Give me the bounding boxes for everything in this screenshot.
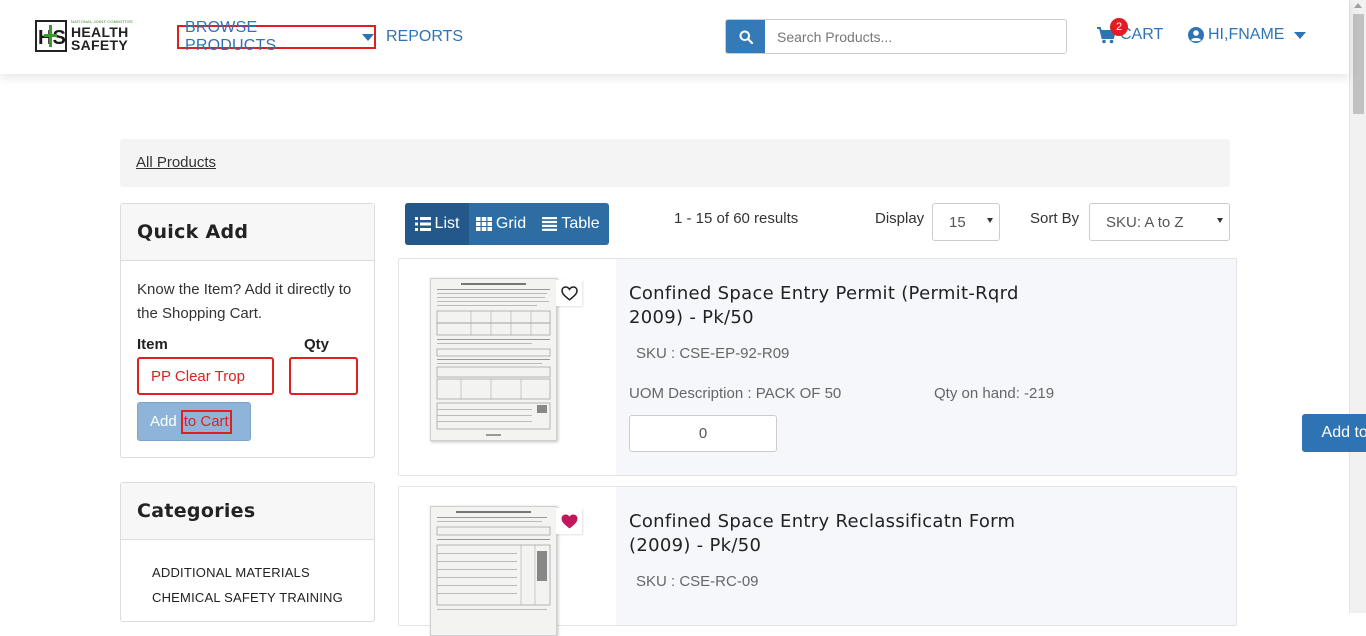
- categories-panel: Categories ADDITIONAL MATERIALS CHEMICAL…: [120, 482, 375, 622]
- search-icon: [739, 30, 753, 44]
- logo-mark: HS: [35, 20, 67, 52]
- view-list-label: List: [434, 215, 460, 232]
- quick-add-item-label: Item: [137, 336, 168, 353]
- category-item[interactable]: CHEMICAL SAFETY TRAINING: [152, 585, 374, 610]
- quick-add-panel: Quick Add Know the Item? Add it directly…: [120, 203, 375, 458]
- quick-add-title: Quick Add: [121, 204, 374, 261]
- quick-add-button-label-start: Add: [150, 413, 177, 430]
- product-qty-input[interactable]: 0: [629, 415, 777, 452]
- product-thumbnail: [430, 278, 557, 441]
- logo-hs-icon: HS: [37, 22, 66, 50]
- browse-products-menu[interactable]: BROWSE PRODUCTS: [177, 19, 376, 54]
- breadcrumb-all-products[interactable]: All Products: [136, 154, 216, 171]
- site-logo[interactable]: HS NATIONAL JOINT COMMITTEE HEALTH SAFET…: [35, 19, 153, 53]
- list-icon: [414, 217, 431, 231]
- add-to-cart-button[interactable]: Add to Cart: [1302, 414, 1366, 452]
- cart-link[interactable]: 2 CART: [1097, 18, 1163, 44]
- sort-select-value: SKU: A to Z: [1106, 213, 1184, 231]
- search-bar: [725, 19, 1067, 54]
- favorite-button[interactable]: [556, 508, 582, 534]
- quick-add-description: Know the Item? Add it directly to the Sh…: [137, 281, 352, 322]
- user-circle-icon: [1188, 27, 1204, 43]
- category-item[interactable]: ADDITIONAL MATERIALS: [152, 560, 374, 585]
- page-scrollbar[interactable]: [1349, 0, 1366, 613]
- user-greeting: HI,FNAME: [1208, 26, 1285, 43]
- view-grid-button[interactable]: Grid: [469, 203, 533, 245]
- quick-add-button-label-end: to Cart: [180, 409, 232, 434]
- results-count: 1 - 15 of 60 results: [674, 210, 799, 227]
- cart-count-badge: 2: [1110, 18, 1128, 36]
- quick-add-qty-label: Qty: [304, 336, 330, 353]
- reports-link[interactable]: REPORTS: [386, 28, 463, 46]
- chevron-down-icon: [987, 218, 993, 223]
- categories-list: ADDITIONAL MATERIALS CHEMICAL SAFETY TRA…: [121, 540, 374, 610]
- product-image-area[interactable]: [399, 259, 616, 475]
- view-table-button[interactable]: Table: [533, 203, 609, 245]
- form-document-image: [436, 511, 551, 610]
- quick-add-item-input[interactable]: PP Clear Trop: [137, 357, 274, 395]
- product-title[interactable]: Confined Space Entry Reclassificatn Form…: [629, 510, 1049, 558]
- heart-filled-icon: [560, 513, 578, 528]
- browse-products-label: BROWSE PRODUCTS: [185, 19, 277, 54]
- view-grid-label: Grid: [495, 215, 527, 232]
- product-card: Confined Space Entry Permit (Permit-Rqrd…: [398, 258, 1366, 476]
- product-qty-on-hand: Qty on hand: -219: [934, 385, 1055, 402]
- logo-line-safety: SAFETY: [71, 37, 129, 53]
- sort-select[interactable]: SKU: A to Z: [1089, 203, 1230, 241]
- chevron-down-icon: [362, 33, 374, 41]
- chevron-down-icon: [1217, 218, 1223, 223]
- sort-label: Sort By: [1030, 210, 1080, 227]
- product-title[interactable]: Confined Space Entry Permit (Permit-Rqrd…: [629, 282, 1049, 330]
- product-card: Confined Space Entry Reclassificatn Form…: [398, 486, 1237, 636]
- product-details: Confined Space Entry Permit (Permit-Rqrd…: [616, 259, 1366, 475]
- table-icon: [542, 217, 558, 231]
- top-header: HS NATIONAL JOINT COMMITTEE HEALTH SAFET…: [0, 0, 1349, 74]
- display-select[interactable]: 15: [932, 203, 1000, 241]
- user-menu[interactable]: HI,FNAME: [1188, 26, 1307, 44]
- form-document-image: [436, 283, 551, 436]
- view-list-button[interactable]: List: [405, 203, 469, 245]
- heart-outline-icon: [560, 285, 578, 301]
- quick-add-button[interactable]: Add to Cart: [137, 402, 251, 441]
- grid-icon: [475, 217, 492, 231]
- breadcrumb: All Products: [120, 139, 1230, 187]
- product-thumbnail: [430, 506, 557, 636]
- view-toggle: List Grid Table: [405, 203, 609, 245]
- scroll-up-icon[interactable]: [1354, 3, 1362, 8]
- categories-title: Categories: [121, 483, 374, 540]
- display-select-value: 15: [949, 213, 966, 231]
- product-image-area[interactable]: [399, 487, 616, 636]
- chevron-down-icon: [1294, 31, 1307, 39]
- search-input[interactable]: [765, 20, 1066, 53]
- product-sku: SKU : CSE-EP-92-R09: [636, 345, 790, 362]
- search-button[interactable]: [726, 20, 765, 53]
- product-details: Confined Space Entry Reclassificatn Form…: [616, 487, 1236, 625]
- display-label: Display: [875, 210, 925, 227]
- scrollbar-thumb[interactable]: [1353, 14, 1364, 114]
- product-sku: SKU : CSE-RC-09: [636, 573, 759, 590]
- product-uom: UOM Description : PACK OF 50: [629, 385, 842, 402]
- view-table-label: Table: [561, 215, 600, 232]
- quick-add-qty-input[interactable]: [289, 357, 358, 395]
- favorite-button[interactable]: [556, 280, 582, 306]
